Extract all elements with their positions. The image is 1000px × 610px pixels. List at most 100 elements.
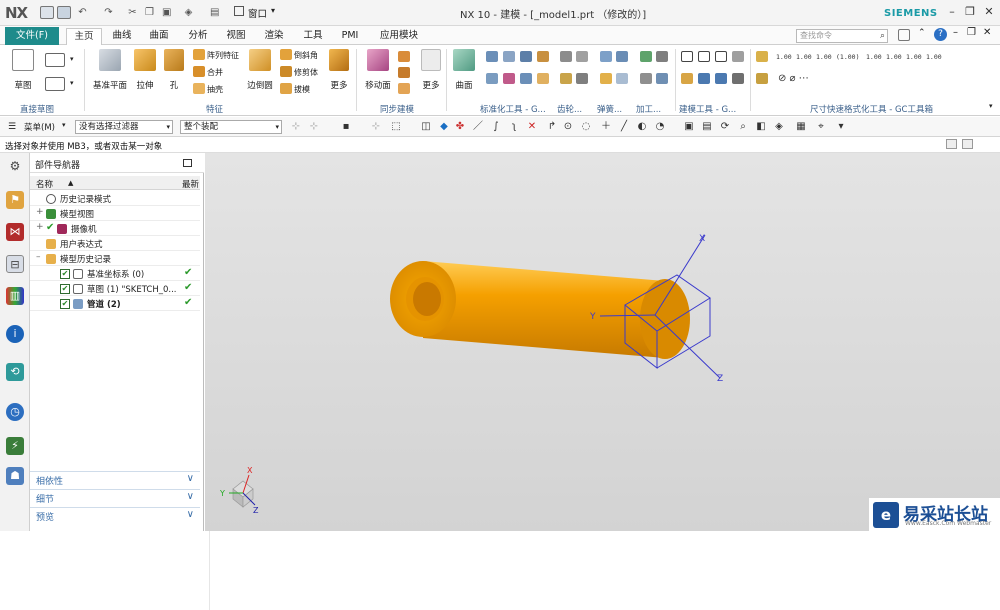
triangle-icon[interactable] bbox=[681, 51, 693, 62]
dim-label-6[interactable]: 1.00 bbox=[886, 53, 902, 61]
dim-label-2[interactable]: 1.00 bbox=[796, 53, 812, 61]
tab-view[interactable]: 视图 bbox=[222, 28, 250, 45]
rect-dropdown-icon[interactable]: ▾ bbox=[70, 79, 74, 87]
panel-details[interactable]: 细节 ∨ bbox=[30, 489, 200, 505]
extrude-button[interactable]: 拉伸 bbox=[132, 49, 158, 91]
refresh-view-icon[interactable]: ⟳ bbox=[719, 121, 731, 133]
pull-face-icon[interactable] bbox=[398, 51, 410, 62]
cut-icon[interactable]: ✂ bbox=[128, 8, 137, 18]
chamfer-button[interactable]: 倒斜角 bbox=[294, 50, 318, 61]
dim-label-1[interactable]: 1.00 bbox=[776, 53, 792, 61]
edge-blend-button[interactable]: 边倒圆 bbox=[244, 49, 276, 91]
window-close-button[interactable]: ✕ bbox=[981, 4, 997, 20]
select-icon[interactable]: ▪ bbox=[340, 121, 352, 133]
panel-preview[interactable]: 预览 ∨ bbox=[30, 507, 200, 523]
expand-icon[interactable]: + bbox=[36, 222, 44, 232]
model-tool-icon-5[interactable] bbox=[681, 73, 693, 84]
undo-icon[interactable]: ↶ bbox=[78, 8, 87, 18]
std-tool-icon-6[interactable] bbox=[503, 73, 515, 84]
view-orientation-icon[interactable]: ◈ bbox=[773, 121, 785, 133]
wcs-icon[interactable]: ⌖ bbox=[815, 121, 827, 133]
ribbon-collapse-icon[interactable]: ⌃ bbox=[918, 28, 926, 38]
model-tool-icon-8[interactable] bbox=[732, 73, 744, 84]
process-studio-icon[interactable]: ⚡ bbox=[6, 437, 24, 455]
datum-plane-button[interactable]: 基准平面 bbox=[92, 49, 128, 91]
visibility-checkbox[interactable]: ✔ bbox=[60, 284, 70, 294]
tab-tools[interactable]: 工具 bbox=[299, 28, 327, 45]
delete-face-icon[interactable] bbox=[398, 83, 410, 94]
tab-pmi[interactable]: PMI bbox=[336, 28, 364, 45]
tab-home[interactable]: 主页 bbox=[66, 28, 102, 45]
part-navigator-icon[interactable]: ⊟ bbox=[6, 255, 24, 273]
surface-button[interactable]: 曲面 bbox=[450, 49, 478, 91]
machining-icon-2[interactable] bbox=[656, 51, 668, 62]
std-tool-icon-5[interactable] bbox=[486, 73, 498, 84]
window-dropdown-icon[interactable]: ▾ bbox=[271, 6, 275, 15]
visibility-checkbox[interactable]: ✔ bbox=[60, 299, 70, 309]
column-latest[interactable]: 最新 bbox=[182, 178, 199, 190]
doc-minimize-icon[interactable]: – bbox=[953, 27, 958, 38]
assembly-navigator-icon[interactable]: ⚑ bbox=[6, 191, 24, 209]
dim-label-7[interactable]: 1.00 bbox=[906, 53, 922, 61]
std-tool-icon-4[interactable] bbox=[537, 51, 549, 62]
status-panel-icon-2[interactable] bbox=[962, 139, 973, 149]
machining-icon[interactable] bbox=[640, 51, 652, 62]
dimension-format-icon-2[interactable] bbox=[756, 73, 768, 84]
save-all-icon[interactable] bbox=[57, 6, 71, 19]
dim-label-3[interactable]: 1.00 bbox=[816, 53, 832, 61]
panel-dependencies[interactable]: 相依性 ∨ bbox=[30, 471, 200, 487]
curve-dropdown-icon[interactable]: ▾ bbox=[70, 55, 74, 63]
tab-applications[interactable]: 应用模块 bbox=[374, 28, 424, 45]
gear-icon-3[interactable] bbox=[560, 73, 572, 84]
render-style-icon[interactable]: ◧ bbox=[755, 121, 767, 133]
screen-layout-icon[interactable] bbox=[898, 29, 910, 41]
column-name[interactable]: 名称 bbox=[36, 178, 53, 190]
tree-row-history-mode[interactable]: 历史记录模式 bbox=[30, 192, 200, 206]
navigator-maximize-icon[interactable] bbox=[183, 159, 192, 167]
status-panel-icon[interactable] bbox=[946, 139, 957, 149]
gear-icon[interactable] bbox=[560, 51, 572, 62]
layer-icon[interactable]: ▦ bbox=[795, 121, 807, 133]
intersection-icon[interactable]: ✕ bbox=[526, 121, 538, 133]
dim-label-4[interactable]: (1.00) bbox=[836, 53, 859, 61]
face-select-icon[interactable]: ◆ bbox=[438, 121, 450, 133]
feature-select-icon[interactable]: ◫ bbox=[420, 121, 432, 133]
paste-icon[interactable]: ▣ bbox=[162, 8, 171, 18]
gear-icon-4[interactable] bbox=[576, 73, 588, 84]
tree-row-sketch[interactable]: ✔ 草图 (1) "SKETCH_0... ✔ bbox=[30, 282, 200, 296]
std-tool-icon-1[interactable] bbox=[486, 51, 498, 62]
model-tool-icon-4[interactable] bbox=[732, 51, 744, 62]
help-icon[interactable]: ? bbox=[934, 28, 947, 41]
unite-button[interactable]: 合并 bbox=[207, 67, 223, 78]
face-point-icon[interactable]: ◔ bbox=[654, 121, 666, 133]
tab-analysis[interactable]: 分析 bbox=[184, 28, 212, 45]
menu-icon[interactable]: ☰ bbox=[8, 122, 16, 132]
search-icon[interactable]: ⌕ bbox=[880, 30, 885, 42]
select-box-icon[interactable]: ⬚ bbox=[390, 121, 402, 133]
center-point-icon[interactable]: ⊙ bbox=[562, 121, 574, 133]
info-icon[interactable]: i bbox=[6, 325, 24, 343]
dim-label-8[interactable]: 1.00 bbox=[926, 53, 942, 61]
tab-curve[interactable]: 曲线 bbox=[108, 28, 136, 45]
point-select-icon[interactable]: ✤ bbox=[454, 121, 466, 133]
pattern-feature-button[interactable]: 阵列特征 bbox=[207, 50, 239, 61]
spring-icon-4[interactable] bbox=[616, 73, 628, 84]
std-tool-icon-8[interactable] bbox=[537, 73, 549, 84]
cross-icon[interactable]: ＋ bbox=[600, 121, 612, 133]
expand-icon[interactable]: + bbox=[36, 207, 44, 217]
redo-icon[interactable]: ↷ bbox=[104, 8, 113, 18]
dimension-format-icon[interactable] bbox=[756, 51, 768, 62]
more-features-button[interactable]: 更多 bbox=[326, 49, 352, 91]
spring-icon-2[interactable] bbox=[616, 51, 628, 62]
tree-row-model-views[interactable]: + 模型视图 bbox=[30, 207, 200, 221]
std-tool-icon-7[interactable] bbox=[520, 73, 532, 84]
window-menu[interactable]: 窗口 bbox=[248, 6, 267, 20]
copy-icon[interactable]: ❐ bbox=[145, 8, 154, 18]
sketch-button[interactable]: 草图 bbox=[6, 49, 40, 91]
snap-icon-2[interactable]: ⊹ bbox=[308, 121, 320, 133]
model-tool-icon-6[interactable] bbox=[698, 73, 710, 84]
window-minimize-button[interactable]: – bbox=[944, 4, 960, 20]
command-search-input[interactable]: 查找命令 ⌕ bbox=[796, 29, 888, 43]
settings-gear-icon[interactable]: ⚙ bbox=[6, 157, 24, 175]
history-clock-icon[interactable]: ◷ bbox=[6, 403, 24, 421]
